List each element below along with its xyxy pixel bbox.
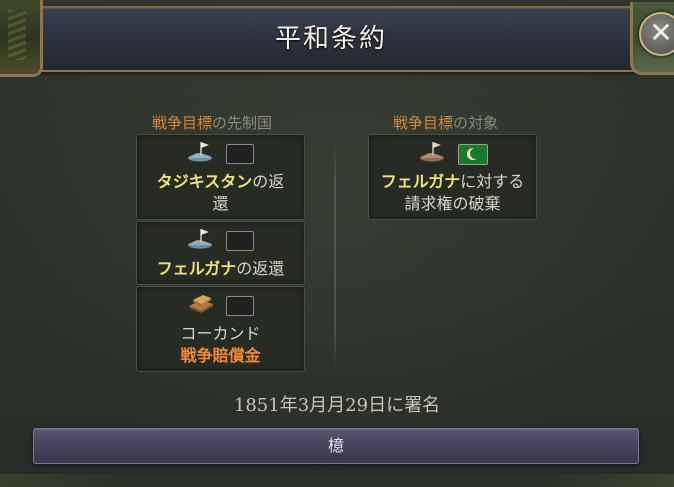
left-column-label-rest: の先制国 xyxy=(212,114,273,132)
header-bar: 平和条約 xyxy=(26,6,636,72)
war-goal-text: タジキスタンの返 還 xyxy=(137,171,304,215)
right-column-label-highlight: 戦争目標 xyxy=(393,114,454,132)
war-goal-text: フェルガナの返還 xyxy=(137,258,304,280)
ok-button[interactable]: 檍 xyxy=(33,428,639,464)
close-icon: ✕ xyxy=(649,16,673,49)
header-left-ornament xyxy=(0,0,43,77)
goal-text-line2: 請求権の破棄 xyxy=(404,194,501,213)
left-column-label-highlight: 戦争目標 xyxy=(152,114,213,132)
goal-text-rest: の返 xyxy=(252,172,285,191)
flag-on-hill-icon xyxy=(188,142,212,162)
signed-date-text: 1851年3月月29日に署名 xyxy=(233,395,441,416)
empty-flag xyxy=(226,231,254,251)
empty-flag xyxy=(226,296,254,316)
peace-treaty-panel: 平和条約 ✕ 戦争目標の先制国 戦争目標の対象 タジキスタンの返 還 フェルガナ… xyxy=(0,0,674,487)
empty-flag xyxy=(226,144,254,164)
goal-country-name: コーカンド xyxy=(180,324,261,343)
war-goal-card[interactable]: コーカンド 戦争賠償金 xyxy=(136,286,305,372)
goal-type-name: 戦争賠償金 xyxy=(180,346,261,365)
goal-target-name: フェルガナ xyxy=(156,259,237,278)
left-column-label: 戦争目標の先制国 xyxy=(152,112,272,133)
goal-text-rest: に対する xyxy=(460,172,525,191)
green-crescent-flag xyxy=(458,144,488,165)
close-button-frame: ✕ xyxy=(630,2,674,75)
right-column-label-rest: の対象 xyxy=(453,114,499,132)
war-goal-card[interactable]: タジキスタンの返 還 xyxy=(136,134,305,220)
close-button[interactable]: ✕ xyxy=(639,12,674,56)
war-goal-card[interactable]: フェルガナの返還 xyxy=(136,221,305,285)
war-goal-card[interactable]: フェルガナに対する 請求権の破棄 xyxy=(368,134,537,220)
right-column-label: 戦争目標の対象 xyxy=(393,112,498,133)
crescent-cutout xyxy=(470,148,481,159)
goal-text-line2: 還 xyxy=(212,194,229,213)
column-divider xyxy=(334,140,336,370)
claim-scroll-icon xyxy=(420,142,444,162)
goal-text-rest: の返還 xyxy=(236,259,285,278)
gold-bars-icon xyxy=(189,295,213,313)
goal-target-name: タジキスタン xyxy=(156,172,253,191)
war-goal-text: コーカンド 戦争賠償金 xyxy=(137,323,304,367)
flag-on-hill-icon xyxy=(188,229,212,249)
bottom-border xyxy=(0,474,674,487)
war-goal-text: フェルガナに対する 請求権の破棄 xyxy=(369,171,536,215)
goal-target-name: フェルガナ xyxy=(380,172,461,191)
window-title: 平和条約 xyxy=(274,24,387,54)
